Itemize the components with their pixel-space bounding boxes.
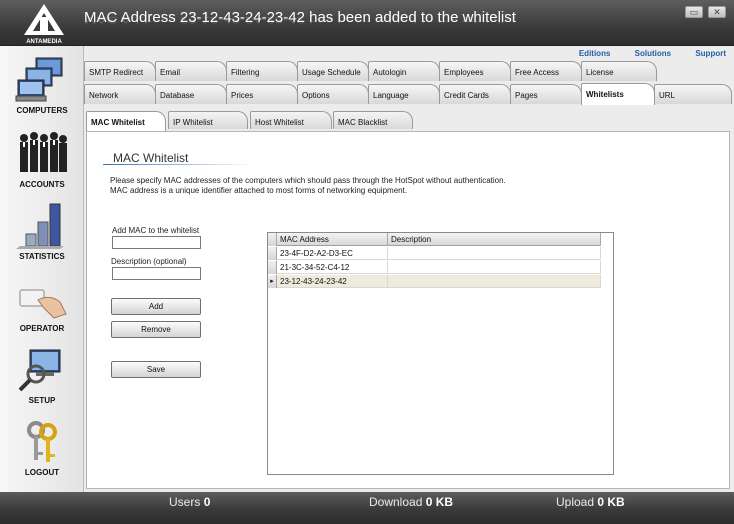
tab-filtering[interactable]: Filtering: [226, 61, 298, 81]
sidebar-item-label: LOGOUT: [24, 468, 60, 477]
computers-icon: [15, 57, 63, 102]
sidebar-item-statistics[interactable]: STATISTICS: [0, 202, 84, 261]
add-mac-label: Add MAC to the whitelist: [112, 226, 200, 235]
cell-mac-address: 23-12-43-24-23-42: [277, 275, 388, 288]
users-reflection: Users: [169, 499, 201, 507]
solutions-link[interactable]: Solutions: [635, 49, 671, 58]
grid-header: MAC Address Description: [268, 233, 601, 246]
tab-smtp-redirect[interactable]: SMTP Redirect: [84, 61, 156, 81]
cell-description: [388, 275, 601, 288]
accounts-icon: [20, 132, 67, 172]
main-area: Editions Solutions Support SMTP Redirect…: [84, 46, 734, 492]
status-bar: Users 0 Download 0 KB Upload 0 KB Users …: [0, 492, 734, 524]
tab-pages[interactable]: Pages: [510, 84, 582, 104]
tab-email[interactable]: Email: [155, 61, 227, 81]
description-line-2: MAC address is a unique identifier attac…: [110, 186, 408, 195]
title-bar: ANTAMEDIA MAC Address 23-12-43-24-23-42 …: [0, 0, 734, 46]
sidebar-item-label: OPERATOR: [19, 324, 65, 333]
download-reflection: Download: [369, 499, 423, 507]
top-links: Editions Solutions Support: [557, 49, 726, 58]
table-row-selected[interactable]: ▸ 23-12-43-24-23-42: [268, 275, 601, 288]
window-title-reflection: MAC Address 23-12-43-24-23-42 has been a…: [84, 14, 516, 25]
tab-url[interactable]: URL: [654, 84, 732, 104]
tab-license[interactable]: License: [581, 61, 657, 81]
table-row[interactable]: 21-3C-34-52-C4-12: [268, 261, 601, 274]
statistics-icon: [16, 203, 64, 249]
sidebar-item-label: STATISTICS: [19, 252, 65, 261]
minimize-button[interactable]: ▭: [685, 6, 703, 18]
table-row[interactable]: 23-4F-D2-A2-D3-EC: [268, 247, 601, 260]
editions-link[interactable]: Editions: [579, 49, 611, 58]
tab-credit-cards[interactable]: Credit Cards: [439, 84, 511, 104]
add-button[interactable]: Add: [111, 298, 201, 315]
cell-description: [388, 261, 601, 274]
antamedia-logo: ANTAMEDIA: [24, 4, 64, 45]
tab-employees[interactable]: Employees: [439, 61, 511, 81]
download-value: 0 KB: [425, 495, 454, 509]
tab-prices[interactable]: Prices: [226, 84, 298, 104]
remove-button[interactable]: Remove: [111, 321, 201, 338]
logout-icon: [27, 421, 57, 462]
mac-whitelist-grid[interactable]: MAC Address Description 23-4F-D2-A2-D3-E…: [267, 232, 614, 475]
sidebar-item-label: ACCOUNTS: [19, 180, 65, 189]
description-input[interactable]: [112, 267, 201, 280]
tab-options[interactable]: Options: [297, 84, 369, 104]
panel-description: Please specify MAC addresses of the comp…: [110, 176, 506, 196]
close-icon: ✕: [713, 7, 721, 17]
row-header: [268, 261, 277, 274]
sidebar-item-computers[interactable]: COMPUTERS: [0, 56, 84, 115]
setup-icon: [18, 349, 61, 392]
save-button[interactable]: Save: [111, 361, 201, 378]
subtab-mac-whitelist[interactable]: MAC Whitelist: [86, 111, 166, 131]
tab-database[interactable]: Database: [155, 84, 227, 104]
sidebar-item-label: SETUP: [28, 396, 56, 405]
close-button[interactable]: ✕: [708, 6, 726, 18]
mac-whitelist-panel: MAC Whitelist Please specify MAC address…: [86, 131, 730, 489]
description-line-1: Please specify MAC addresses of the comp…: [110, 176, 506, 185]
tab-whitelists[interactable]: Whitelists: [581, 83, 655, 105]
upload-reflection: Upload: [556, 499, 595, 507]
cell-description: [388, 247, 601, 260]
sidebar-item-label: COMPUTERS: [16, 106, 68, 115]
sidebar-item-operator[interactable]: OPERATOR: [0, 274, 84, 333]
minimize-icon: ▭: [689, 7, 699, 17]
grid-corner: [268, 233, 277, 246]
column-header-description[interactable]: Description: [388, 233, 601, 246]
users-value: 0: [203, 495, 211, 509]
subtab-host-whitelist[interactable]: Host Whitelist: [250, 111, 332, 129]
tab-usage-schedule[interactable]: Usage Schedule: [297, 61, 369, 81]
heading-underline: [103, 164, 253, 165]
sidebar-item-logout[interactable]: LOGOUT: [0, 418, 84, 477]
tab-language[interactable]: Language: [368, 84, 440, 104]
support-link[interactable]: Support: [695, 49, 726, 58]
panel-heading: MAC Whitelist: [113, 151, 189, 165]
description-label: Description (optional): [111, 257, 187, 266]
operator-icon: [19, 289, 67, 319]
upload-value: 0 KB: [597, 495, 625, 509]
add-mac-input[interactable]: [112, 236, 201, 249]
tab-network[interactable]: Network: [84, 84, 156, 104]
sidebar: COMPUTERS ACCOUNTS STATISTICS OPERATOR S…: [0, 46, 84, 492]
logo-text: ANTAMEDIA: [26, 39, 62, 45]
subtab-ip-whitelist[interactable]: IP Whitelist: [168, 111, 248, 129]
tab-autologin[interactable]: Autologin: [368, 61, 440, 81]
subtab-mac-blacklist[interactable]: MAC Blacklist: [333, 111, 413, 129]
column-header-mac-address[interactable]: MAC Address: [277, 233, 388, 246]
cell-mac-address: 21-3C-34-52-C4-12: [277, 261, 388, 274]
row-pointer-icon: ▸: [268, 275, 277, 288]
tab-free-access[interactable]: Free Access: [510, 61, 582, 81]
sidebar-item-accounts[interactable]: ACCOUNTS: [0, 130, 84, 189]
sidebar-item-setup[interactable]: SETUP: [0, 346, 84, 405]
row-header: [268, 247, 277, 260]
cell-mac-address: 23-4F-D2-A2-D3-EC: [277, 247, 388, 260]
